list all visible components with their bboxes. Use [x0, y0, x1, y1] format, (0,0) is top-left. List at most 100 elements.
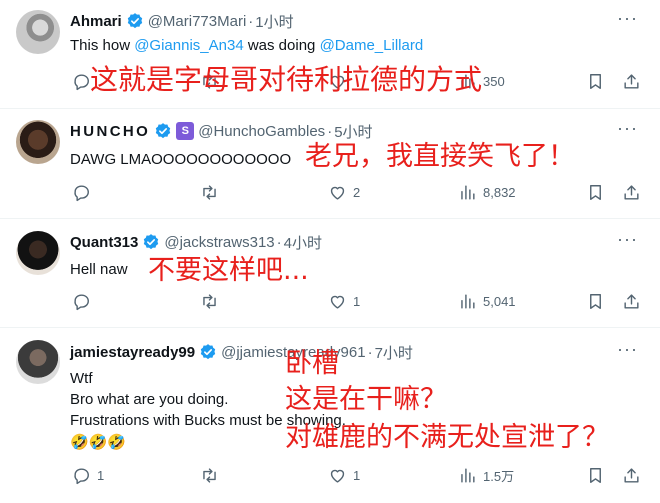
separator-dot: · [327, 122, 333, 140]
tweet-text-line: Bro what are you doing. [70, 391, 229, 408]
verified-badge-icon [127, 13, 142, 29]
display-name[interactable]: jamiestayready99 [70, 344, 195, 361]
reply-icon [74, 294, 89, 311]
bookmark-button[interactable] [586, 183, 605, 202]
tweet-4[interactable]: jamiestayready99 @jjamiestayready961 · 7… [0, 328, 660, 503]
share-icon [624, 185, 639, 200]
user-handle[interactable]: @jackstraws313 [164, 234, 274, 251]
avatar[interactable] [16, 10, 60, 54]
tweet-text-line: 🤣🤣🤣 [70, 434, 127, 451]
bookmark-icon [590, 468, 601, 483]
share-button[interactable] [622, 72, 641, 91]
translation-overlay: 老兄，我直接笑飞了！ [305, 141, 575, 172]
verified-badge-icon [144, 234, 159, 250]
views-button[interactable]: 1.5万 [458, 466, 514, 485]
tweet-text-line: Wtf [70, 370, 93, 387]
timestamp[interactable]: 1小时 [255, 11, 293, 32]
bookmark-button[interactable] [586, 292, 605, 311]
more-options-icon[interactable]: ··· [617, 229, 638, 250]
share-button[interactable] [622, 183, 641, 202]
reply-count: 1 [97, 468, 105, 483]
avatar[interactable] [16, 340, 60, 384]
views-icon [461, 468, 475, 483]
verified-badge-icon [200, 344, 216, 360]
like-button[interactable]: 1 [328, 466, 360, 485]
user-handle[interactable]: @HunchoGambles [198, 123, 325, 140]
bookmark-icon [590, 74, 601, 89]
translation-overlay: 这就是字母哥对待利拉德的方式 [90, 63, 483, 96]
reply-button[interactable] [72, 183, 91, 202]
retweet-icon [203, 185, 216, 200]
tweet-3[interactable]: Quant313 @jackstraws313 · 4小时 ··· Hell n… [0, 219, 660, 323]
separator-dot: · [276, 233, 282, 251]
reply-button[interactable] [72, 292, 91, 311]
reply-icon [74, 185, 89, 202]
heart-icon [330, 186, 345, 200]
tweet-text: This how @Giannis_An34 was doing @Dame_L… [70, 35, 423, 56]
heart-icon [330, 469, 345, 483]
share-icon [624, 74, 639, 89]
affiliate-badge-icon[interactable]: S [176, 122, 195, 140]
more-options-icon[interactable]: ··· [617, 339, 638, 360]
mention-link[interactable]: @Dame_Lillard [320, 37, 424, 54]
views-count: 1.5万 [483, 469, 515, 484]
tweet-header: HUNCHO S @HunchoGambles · 5小时 [70, 121, 373, 141]
mention-link[interactable]: @Giannis_An34 [134, 37, 243, 54]
share-button[interactable] [622, 466, 641, 485]
retweet-button[interactable] [200, 292, 219, 311]
heart-icon [330, 295, 345, 309]
tweet-2[interactable]: HUNCHO S @HunchoGambles · 5小时 ··· DAWG L… [0, 109, 660, 213]
like-count: 2 [353, 185, 361, 200]
bookmark-button[interactable] [586, 72, 605, 91]
retweet-icon [203, 294, 216, 309]
reply-button[interactable]: 1 [72, 466, 104, 485]
share-icon [624, 468, 639, 483]
display-name[interactable]: Ahmari [70, 13, 122, 30]
tweet-text-part: This how [70, 37, 135, 54]
retweet-icon [203, 468, 216, 483]
translation-overlay-line: 这是在干嘛？ [285, 384, 447, 415]
bookmark-button[interactable] [586, 466, 605, 485]
like-button[interactable]: 1 [328, 292, 360, 311]
more-options-icon[interactable]: ··· [617, 118, 638, 139]
separator-dot: · [248, 12, 254, 30]
like-count: 1 [353, 468, 361, 483]
timestamp[interactable]: 5小时 [334, 121, 372, 142]
verified-badge-icon [156, 123, 171, 139]
views-count: 5,041 [483, 294, 516, 309]
avatar[interactable] [16, 120, 60, 164]
translation-overlay-line: 对雄鹿的不满无处宣泄了？ [285, 422, 609, 453]
avatar[interactable] [16, 231, 60, 275]
tweet-1[interactable]: Ahmari @Mari773Mari · 1小时 ··· This how @… [0, 0, 660, 104]
tweet-text-part: was doing [243, 37, 320, 54]
tweet-actions: 2 8,832 [60, 183, 650, 205]
reply-icon [74, 468, 89, 485]
more-options-icon[interactable]: ··· [617, 8, 638, 29]
timestamp[interactable]: 7小时 [375, 342, 413, 363]
views-button[interactable]: 8,832 [458, 183, 516, 202]
retweet-button[interactable] [200, 466, 219, 485]
display-name[interactable]: Quant313 [70, 234, 138, 251]
like-count: 1 [353, 294, 361, 309]
tweet-header: jamiestayready99 @jjamiestayready961 · 7… [70, 342, 413, 362]
views-icon [461, 185, 475, 200]
retweet-button[interactable] [200, 183, 219, 202]
views-count: 8,832 [483, 185, 516, 200]
tweet-header: Ahmari @Mari773Mari · 1小时 [70, 11, 294, 31]
translation-overlay-line: 卧槽 [285, 348, 339, 379]
like-button[interactable]: 2 [328, 183, 360, 202]
user-handle[interactable]: @Mari773Mari [148, 13, 247, 30]
separator-dot: · [367, 343, 373, 361]
share-button[interactable] [622, 292, 641, 311]
display-name[interactable]: HUNCHO [70, 123, 150, 140]
share-icon [624, 294, 639, 309]
tweet-header: Quant313 @jackstraws313 · 4小时 [70, 232, 322, 252]
tweet-text: DAWG LMAOOOOOOOOOOOO [70, 151, 292, 168]
reply-icon [74, 74, 89, 91]
timestamp[interactable]: 4小时 [284, 232, 322, 253]
reply-button[interactable] [72, 72, 91, 91]
tweet-actions: 1 5,041 [60, 292, 650, 314]
views-button[interactable]: 5,041 [458, 292, 516, 311]
bookmark-icon [590, 185, 601, 200]
tweet-text: Hell naw [70, 261, 128, 278]
